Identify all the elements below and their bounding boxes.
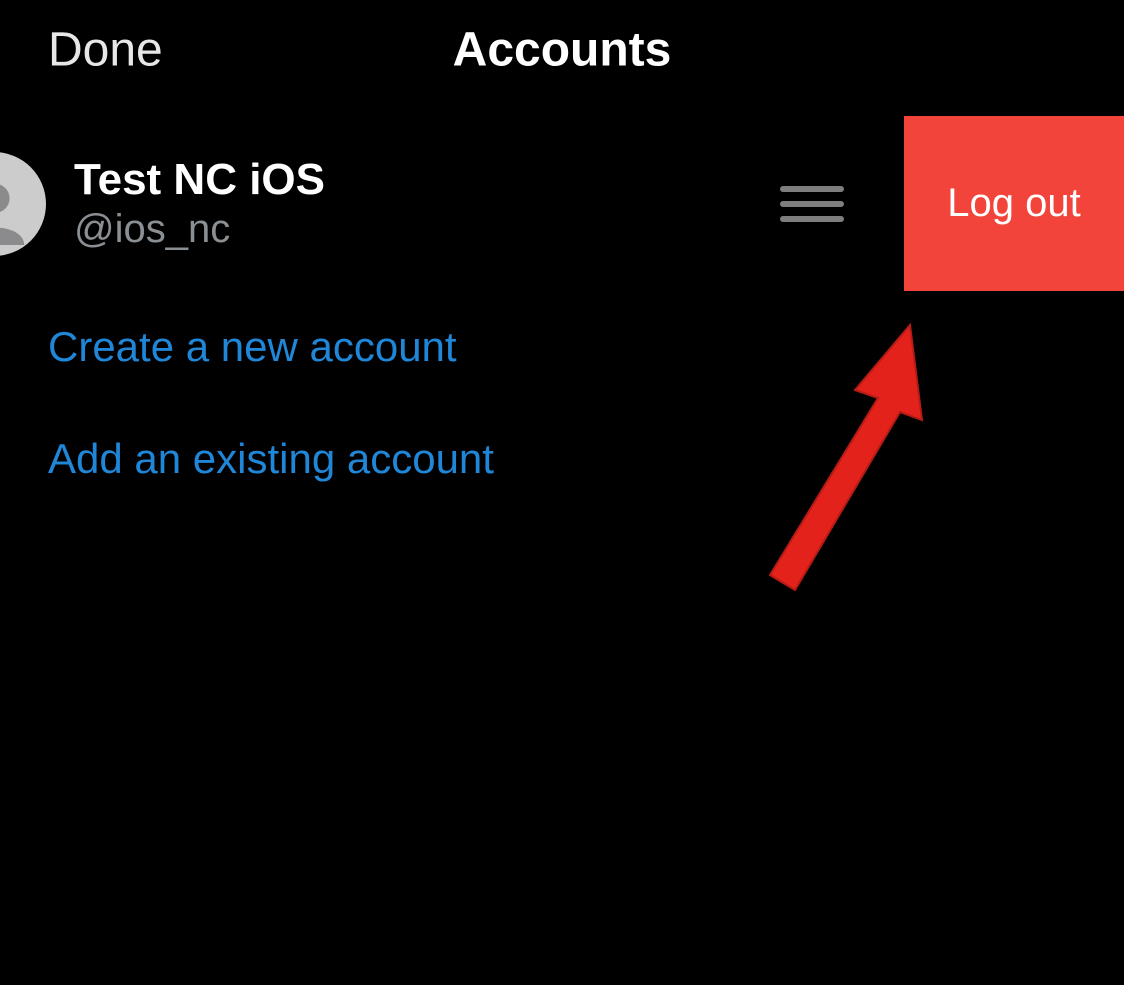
avatar: [0, 152, 46, 256]
create-account-link[interactable]: Create a new account: [48, 323, 457, 371]
person-icon: [0, 175, 30, 245]
account-handle: @ios_nc: [74, 207, 325, 252]
add-existing-account-link[interactable]: Add an existing account: [48, 435, 494, 483]
done-button[interactable]: Done: [48, 23, 163, 78]
create-account-row: Create a new account: [0, 291, 1124, 403]
account-display-name: Test NC iOS: [74, 155, 325, 206]
add-existing-row: Add an existing account: [0, 403, 1124, 515]
page-title: Accounts: [453, 23, 672, 78]
account-row[interactable]: Test NC iOS @ios_nc Log out: [0, 116, 1124, 291]
header: Done Accounts: [0, 0, 1124, 100]
drag-handle-icon[interactable]: [780, 186, 844, 222]
logout-button[interactable]: Log out: [904, 116, 1124, 291]
account-info: Test NC iOS @ios_nc: [74, 155, 325, 253]
